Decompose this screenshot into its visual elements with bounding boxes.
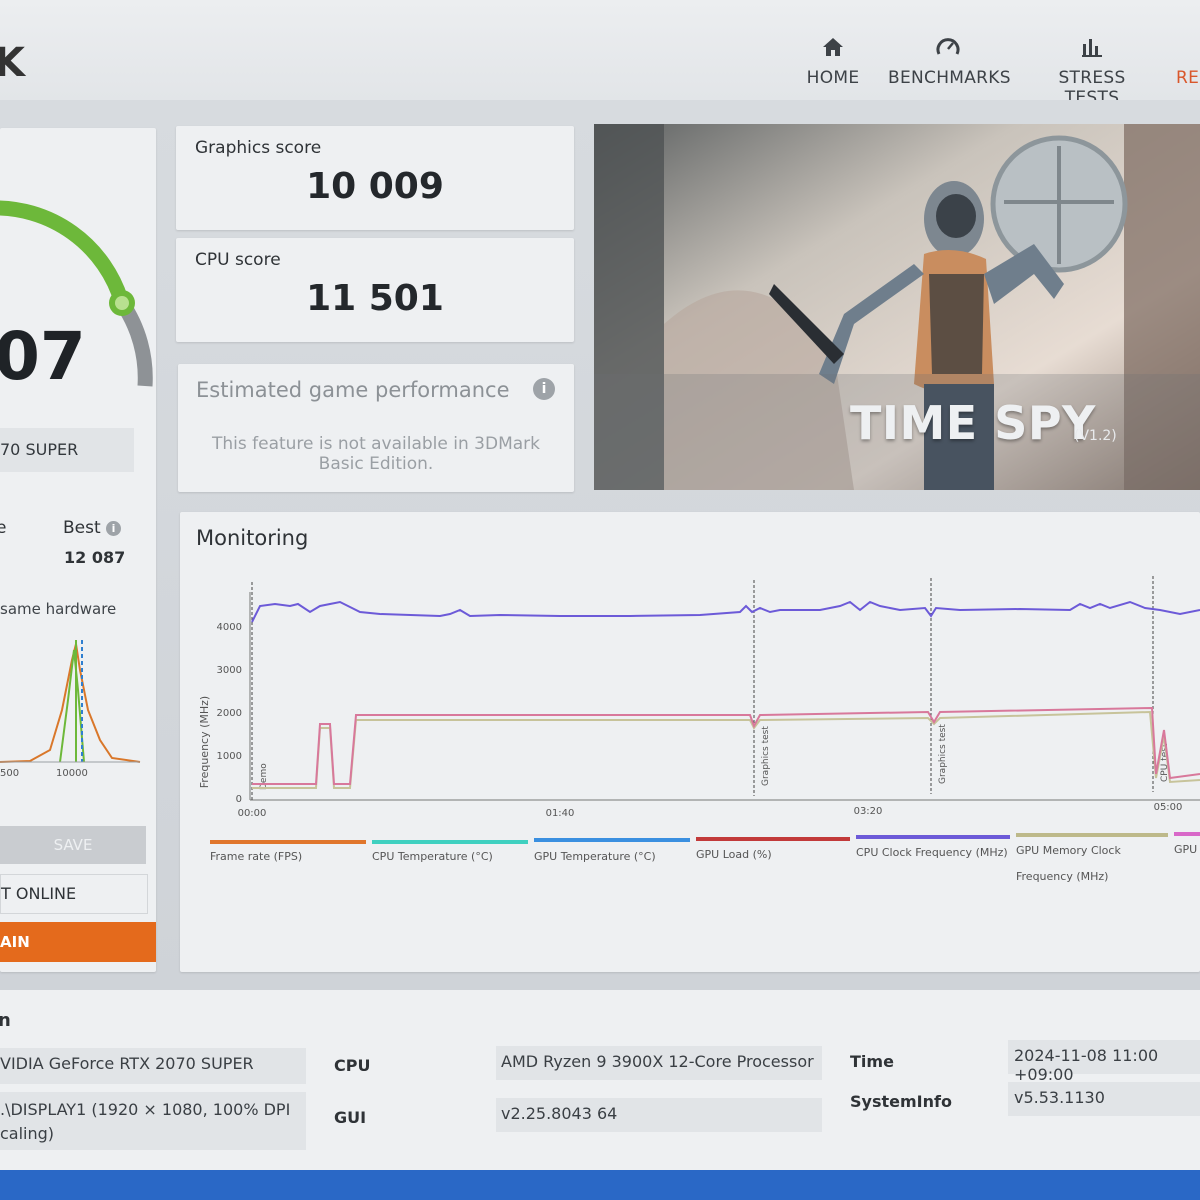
- series-cpu-clock: [251, 600, 1200, 623]
- benchmark-title: TIME SPY: [850, 396, 1096, 450]
- score-distribution-chart: [0, 640, 141, 763]
- top-nav-bar: K HOME BENCHMARKS STRESS TESTS RES: [0, 0, 1200, 108]
- overall-score-value: 07: [0, 318, 86, 395]
- estimated-performance-card: Estimated game performance i This featur…: [178, 364, 574, 492]
- nav-home-label: HOME: [806, 68, 860, 88]
- your-score-label: e: [0, 518, 7, 538]
- home-icon: [806, 36, 860, 60]
- y-tick-1000: 1000: [217, 751, 242, 762]
- estimated-performance-title: Estimated game performance: [196, 378, 510, 402]
- legend-swatch-fps: [210, 840, 366, 844]
- window-bottom-bar: [0, 1170, 1200, 1200]
- systeminfo-label: SystemInfo: [850, 1092, 952, 1111]
- time-label: Time: [850, 1052, 894, 1071]
- y-axis-label: Frequency (MHz): [198, 696, 211, 788]
- legend-cpu-clock[interactable]: CPU Clock Frequency (MHz): [856, 846, 1008, 859]
- dist-axis-label-2: 10000: [56, 768, 88, 779]
- marker-demo: Demo: [259, 763, 269, 790]
- y-tick-4000: 4000: [217, 622, 242, 633]
- legend-cpu-temp[interactable]: CPU Temperature (°C): [372, 850, 493, 863]
- best-score-label: Best i: [63, 518, 122, 538]
- same-hardware-text: same hardware: [0, 600, 117, 618]
- y-tick-0: 0: [236, 794, 242, 805]
- monitoring-chart: Frequency (MHz) 4000 3000 2000 1000 0 00…: [198, 576, 1200, 819]
- estimated-performance-message: This feature is not available in 3DMark …: [211, 434, 540, 474]
- graphics-score-card: Graphics score 10 009: [176, 126, 574, 230]
- x-tick-1: 01:40: [546, 808, 575, 819]
- marker-graphics-1: Graphics test: [761, 726, 771, 786]
- cpu-score-card: CPU score 11 501: [176, 238, 574, 342]
- systeminfo-value: v5.53.1130: [1008, 1082, 1200, 1116]
- marker-graphics-2: Graphics test: [938, 724, 948, 784]
- system-info-heading: n: [0, 1010, 11, 1031]
- x-tick-3: 05:00: [1154, 802, 1183, 813]
- y-tick-3000: 3000: [217, 665, 242, 676]
- nav-results-label: RES: [1176, 68, 1200, 88]
- gui-value: v2.25.8043 64: [496, 1098, 822, 1132]
- gauge-icon: [888, 36, 1008, 60]
- cpu-score-value: 11 501: [306, 278, 444, 319]
- view-online-button[interactable]: T ONLINE: [0, 874, 148, 914]
- nav-stress-tests[interactable]: STRESS TESTS: [1036, 36, 1148, 108]
- y-tick-2000: 2000: [217, 708, 242, 719]
- legend-gpu-load[interactable]: GPU Load (%): [696, 848, 772, 861]
- legend-fps[interactable]: Frame rate (FPS): [210, 850, 302, 863]
- display-value: .\DISPLAY1 (1920 × 1080, 100% DPI caling…: [0, 1092, 306, 1150]
- display-value-line2: caling): [0, 1124, 55, 1143]
- legend-gpu-temp[interactable]: GPU Temperature (°C): [534, 850, 656, 863]
- legend-swatch-gpu-load: [696, 837, 850, 841]
- save-button[interactable]: SAVE: [0, 826, 146, 864]
- graphics-score-label: Graphics score: [195, 138, 322, 158]
- cpu-value: AMD Ryzen 9 3900X 12-Core Processor: [496, 1046, 822, 1080]
- legend-swatch-gpu: [1174, 832, 1200, 836]
- nav-benchmarks[interactable]: BENCHMARKS: [888, 36, 1011, 88]
- series-gpu-memory-clock: [252, 710, 1200, 789]
- dist-axis-label-1: 500: [0, 768, 20, 779]
- gui-label: GUI: [334, 1108, 367, 1127]
- run-again-button[interactable]: AIN: [0, 922, 156, 962]
- nav-results[interactable]: RES: [1176, 36, 1200, 88]
- gpu-value: VIDIA GeForce RTX 2070 SUPER: [0, 1048, 306, 1084]
- benchmark-version: (V1.2): [1074, 428, 1117, 444]
- info-icon[interactable]: i: [533, 378, 555, 400]
- legend-swatch-gpu-temp: [534, 838, 690, 842]
- legend-gpu-memory-clock[interactable]: GPU Memory Clock: [1016, 844, 1121, 857]
- legend-gpu-memory-clock-line2: Frequency (MHz): [1016, 870, 1109, 883]
- results-icon: [1176, 36, 1200, 60]
- legend-swatch-gpu-memory-clock: [1016, 833, 1168, 837]
- nav-benchmarks-label: BENCHMARKS: [888, 68, 1011, 88]
- nav-home[interactable]: HOME: [806, 36, 860, 88]
- bar-chart-icon: [1036, 36, 1148, 60]
- best-score-value: 12 087: [64, 548, 126, 567]
- x-tick-2: 03:20: [854, 806, 883, 817]
- time-value: 2024-11-08 11:00 +09:00: [1008, 1040, 1200, 1084]
- x-tick-0: 00:00: [238, 808, 267, 819]
- legend-swatch-cpu-temp: [372, 840, 528, 844]
- legend-swatch-cpu-clock: [856, 835, 1010, 839]
- info-icon[interactable]: i: [106, 521, 122, 536]
- cpu-score-label: CPU score: [195, 250, 281, 270]
- best-label-text: Best: [63, 518, 101, 538]
- cpu-label: CPU: [334, 1056, 371, 1075]
- graphics-score-value: 10 009: [306, 166, 444, 207]
- app-logo: K: [0, 40, 25, 86]
- gpu-name-label: 70 SUPER: [0, 428, 134, 472]
- legend-gpu[interactable]: GPU: [1174, 843, 1197, 856]
- display-value-line1: .\DISPLAY1 (1920 × 1080, 100% DPI: [0, 1100, 291, 1119]
